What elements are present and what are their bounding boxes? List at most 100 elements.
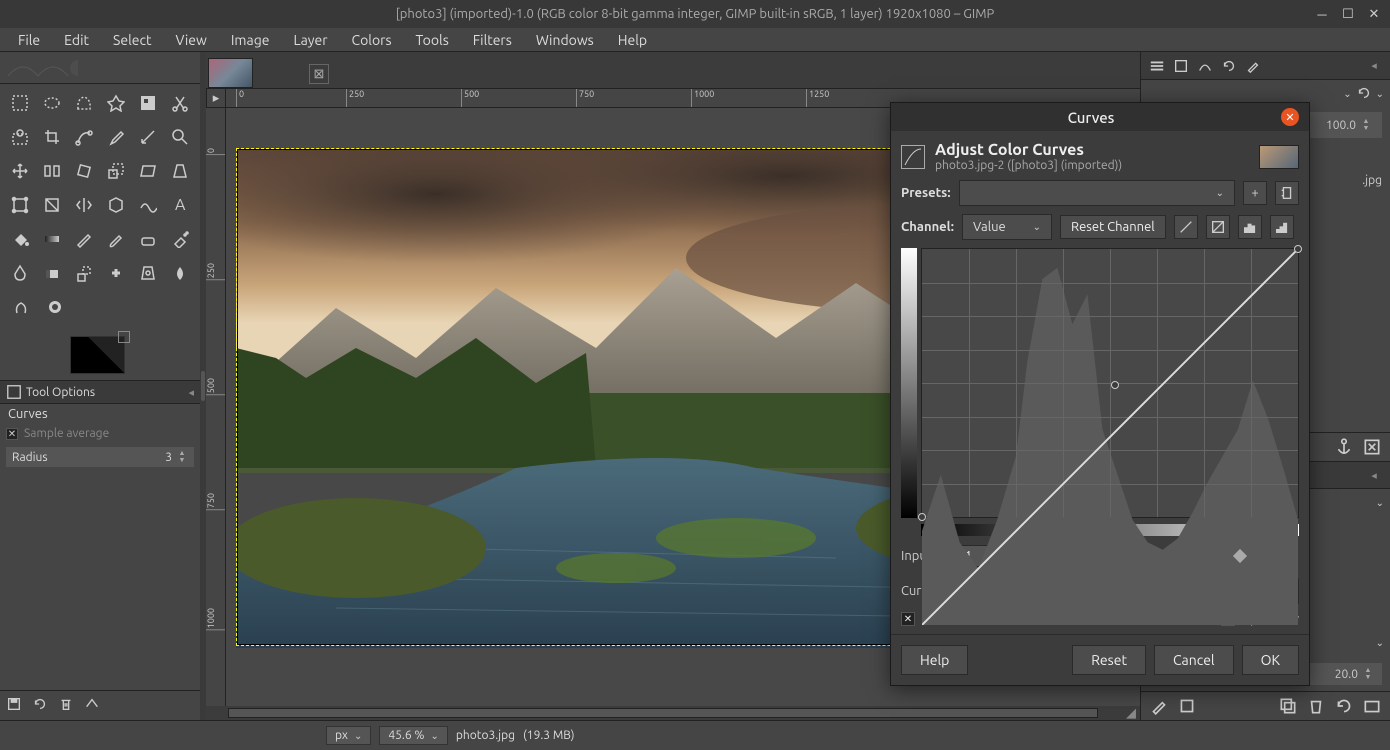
minimize-button[interactable]: ─: [1312, 4, 1332, 24]
crop-tool[interactable]: [39, 123, 65, 151]
ellipse-select-tool[interactable]: [39, 89, 65, 117]
maximize-button[interactable]: ☐: [1338, 4, 1358, 24]
collapse-icon[interactable]: ◂: [188, 386, 194, 399]
paths-tool[interactable]: [71, 123, 97, 151]
smudge-tool[interactable]: [7, 293, 35, 321]
paintbrush-tool[interactable]: [103, 225, 129, 253]
by-color-select-tool[interactable]: [135, 89, 161, 117]
menu-layer[interactable]: Layer: [283, 29, 337, 51]
warp-tool[interactable]: [135, 191, 161, 219]
reset-channel-button[interactable]: Reset Channel: [1060, 215, 1166, 239]
align-tool[interactable]: [39, 157, 65, 185]
curves-chart[interactable]: [921, 248, 1299, 518]
delete-brush-icon[interactable]: [1306, 696, 1326, 716]
menu-select[interactable]: Select: [103, 29, 161, 51]
foreground-select-tool[interactable]: [7, 123, 33, 151]
pencil-tool[interactable]: [71, 225, 97, 253]
mypaint-brush-tool[interactable]: [39, 259, 65, 287]
menu-help[interactable]: Help: [608, 29, 657, 51]
paths-tab-icon[interactable]: [1195, 56, 1215, 76]
image-tab-close[interactable]: ⊠: [309, 64, 329, 84]
color-swatch[interactable]: [70, 336, 125, 374]
scale-tool[interactable]: [103, 157, 129, 185]
brush-panel-menu-icon[interactable]: ◂: [1364, 465, 1384, 485]
unified-transform-tool[interactable]: [7, 191, 33, 219]
ink-tool[interactable]: [7, 259, 33, 287]
perspective-tool[interactable]: [167, 157, 193, 185]
channel-dropdown[interactable]: Value⌄: [962, 214, 1052, 240]
close-button[interactable]: ✕: [1364, 4, 1384, 24]
dialog-close-button[interactable]: ✕: [1281, 108, 1299, 126]
menu-view[interactable]: View: [165, 29, 216, 51]
delete-options-icon[interactable]: [58, 696, 74, 715]
menu-file[interactable]: File: [8, 29, 50, 51]
open-as-image-icon[interactable]: [1362, 696, 1382, 716]
curve-point-start[interactable]: [918, 513, 926, 521]
image-tab-thumbnail[interactable]: [208, 58, 253, 88]
vertical-ruler[interactable]: 0 250 500 750 1000: [206, 108, 226, 706]
channels-tab-icon[interactable]: [1171, 56, 1191, 76]
zoom-selector[interactable]: 45.6 %⌄: [379, 726, 448, 745]
clone-tool[interactable]: [71, 259, 97, 287]
menu-filters[interactable]: Filters: [463, 29, 522, 51]
undo-history-tab-icon[interactable]: [1219, 56, 1239, 76]
menu-colors[interactable]: Colors: [342, 29, 402, 51]
help-button[interactable]: Help: [901, 645, 968, 675]
zoom-tool[interactable]: [167, 123, 193, 151]
preview-checkbox[interactable]: ✕: [901, 612, 915, 626]
menu-edit[interactable]: Edit: [54, 29, 99, 51]
anchor-icon[interactable]: [1334, 437, 1354, 457]
duplicate-brush-icon[interactable]: [1278, 696, 1298, 716]
reset-button[interactable]: Reset: [1072, 645, 1146, 675]
curve-point-end[interactable]: [1294, 245, 1302, 253]
cancel-button[interactable]: Cancel: [1154, 645, 1234, 675]
curve-btn-2[interactable]: [1206, 215, 1230, 239]
shear-tool[interactable]: [135, 157, 161, 185]
ruler-origin-toggle[interactable]: ▸: [206, 88, 226, 108]
horizontal-scrollbar[interactable]: ◢: [206, 706, 1140, 720]
brush-tab-icon[interactable]: [1243, 56, 1263, 76]
histogram-linear-button[interactable]: [1238, 215, 1262, 239]
heal-tool[interactable]: [103, 259, 129, 287]
spacing-spinner[interactable]: ▲▼: [1362, 667, 1374, 681]
eraser-tool[interactable]: [135, 225, 161, 253]
rect-select-tool[interactable]: [7, 89, 33, 117]
panel-menu-icon[interactable]: ◂: [1364, 56, 1384, 76]
unit-selector[interactable]: px⌄: [326, 726, 371, 745]
measure-tool[interactable]: [135, 123, 161, 151]
bucket-fill-tool[interactable]: [7, 225, 33, 253]
color-picker-tool[interactable]: [103, 123, 129, 151]
new-brush-icon[interactable]: [1177, 696, 1197, 716]
radius-spinner[interactable]: ▲▼: [176, 450, 188, 464]
flip-tool[interactable]: [71, 191, 97, 219]
layers-tab-icon[interactable]: [1147, 56, 1167, 76]
blur-tool[interactable]: [167, 259, 193, 287]
menu-image[interactable]: Image: [221, 29, 280, 51]
airbrush-tool[interactable]: [167, 225, 193, 253]
ok-button[interactable]: OK: [1242, 645, 1299, 675]
dialog-titlebar[interactable]: Curves ✕: [891, 103, 1309, 131]
dodge-burn-tool[interactable]: [41, 293, 69, 321]
rotate-tool[interactable]: [71, 157, 97, 185]
curve-point-mid[interactable]: [1111, 381, 1119, 389]
fuzzy-select-tool[interactable]: [103, 89, 129, 117]
sample-average-checkbox[interactable]: ✕: [6, 428, 18, 440]
perspective-clone-tool[interactable]: [135, 259, 161, 287]
presets-dropdown[interactable]: ⌄: [959, 180, 1235, 206]
curve-btn-1[interactable]: [1174, 215, 1198, 239]
cage-tool[interactable]: [103, 191, 129, 219]
restore-options-icon[interactable]: [32, 696, 48, 715]
navigation-icon[interactable]: ◢: [1122, 706, 1140, 721]
menu-tools[interactable]: Tools: [406, 29, 459, 51]
mode-dropdown-icon[interactable]: ⌄: [1343, 88, 1351, 100]
save-options-icon[interactable]: [6, 696, 22, 715]
text-tool[interactable]: A: [167, 191, 193, 219]
add-preset-button[interactable]: +: [1243, 181, 1267, 205]
handle-transform-tool[interactable]: [39, 191, 65, 219]
radius-slider[interactable]: Radius 3 ▲▼: [6, 447, 194, 467]
delete-layer-icon[interactable]: [1362, 437, 1382, 457]
manage-presets-button[interactable]: [1275, 181, 1299, 205]
histogram-log-button[interactable]: [1270, 215, 1294, 239]
opacity-spinner[interactable]: ▲▼: [1360, 118, 1372, 132]
refresh-brush-icon[interactable]: [1334, 696, 1354, 716]
